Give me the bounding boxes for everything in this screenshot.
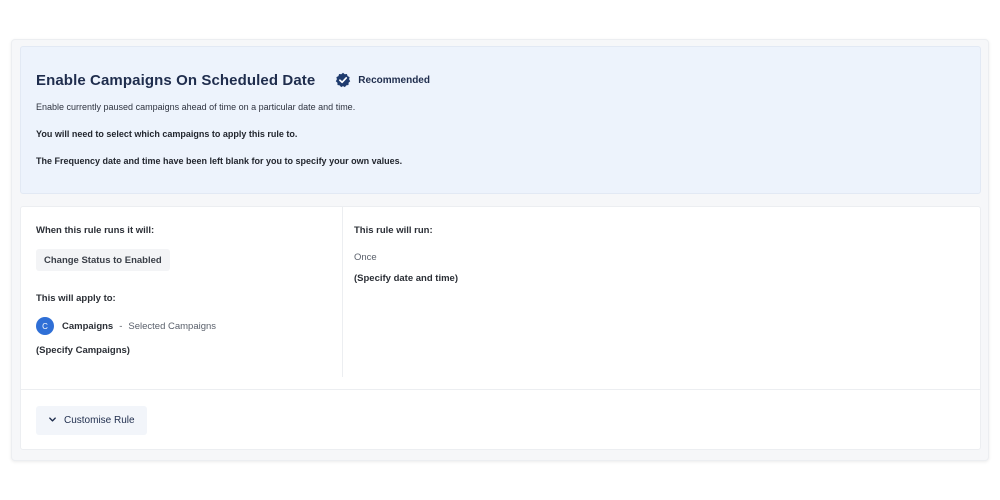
action-chip: Change Status to Enabled: [36, 249, 170, 271]
apply-note: (Specify Campaigns): [36, 345, 130, 356]
footer-divider: [21, 389, 980, 390]
rule-description: Enable currently paused campaigns ahead …: [36, 102, 356, 112]
chevron-down-icon: [48, 415, 57, 427]
schedule-column: This rule will run: Once (Specify date a…: [343, 207, 943, 377]
apply-separator: -: [119, 320, 123, 332]
apply-name: Campaigns: [62, 320, 114, 332]
apply-value: Selected Campaigns: [128, 320, 217, 332]
rule-title: Enable Campaigns On Scheduled Date: [36, 71, 316, 89]
rule-card: Enable Campaigns On Scheduled Date Recom…: [11, 39, 989, 461]
verified-check-icon: [335, 72, 351, 88]
recommended-badge: Recommended: [358, 74, 430, 86]
customise-rule-button[interactable]: Customise Rule: [36, 406, 147, 435]
actions-column: When this rule runs it will: Change Stat…: [21, 207, 343, 377]
actions-heading: When this rule runs it will:: [36, 225, 155, 236]
schedule-note: (Specify date and time): [354, 273, 458, 284]
schedule-frequency: Once: [354, 252, 377, 263]
rule-details: When this rule runs it will: Change Stat…: [20, 206, 981, 450]
title-row: Enable Campaigns On Scheduled Date Recom…: [36, 67, 430, 93]
schedule-heading: This rule will run:: [354, 225, 433, 236]
campaign-avatar: C: [36, 317, 54, 335]
apply-heading: This will apply to:: [36, 293, 116, 304]
customise-rule-label: Customise Rule: [64, 415, 135, 426]
rule-header: Enable Campaigns On Scheduled Date Recom…: [20, 46, 981, 194]
campaigns-note: You will need to select which campaigns …: [36, 129, 298, 139]
frequency-note: The Frequency date and time have been le…: [36, 156, 403, 166]
apply-target: C Campaigns - Selected Campaigns: [36, 317, 216, 335]
